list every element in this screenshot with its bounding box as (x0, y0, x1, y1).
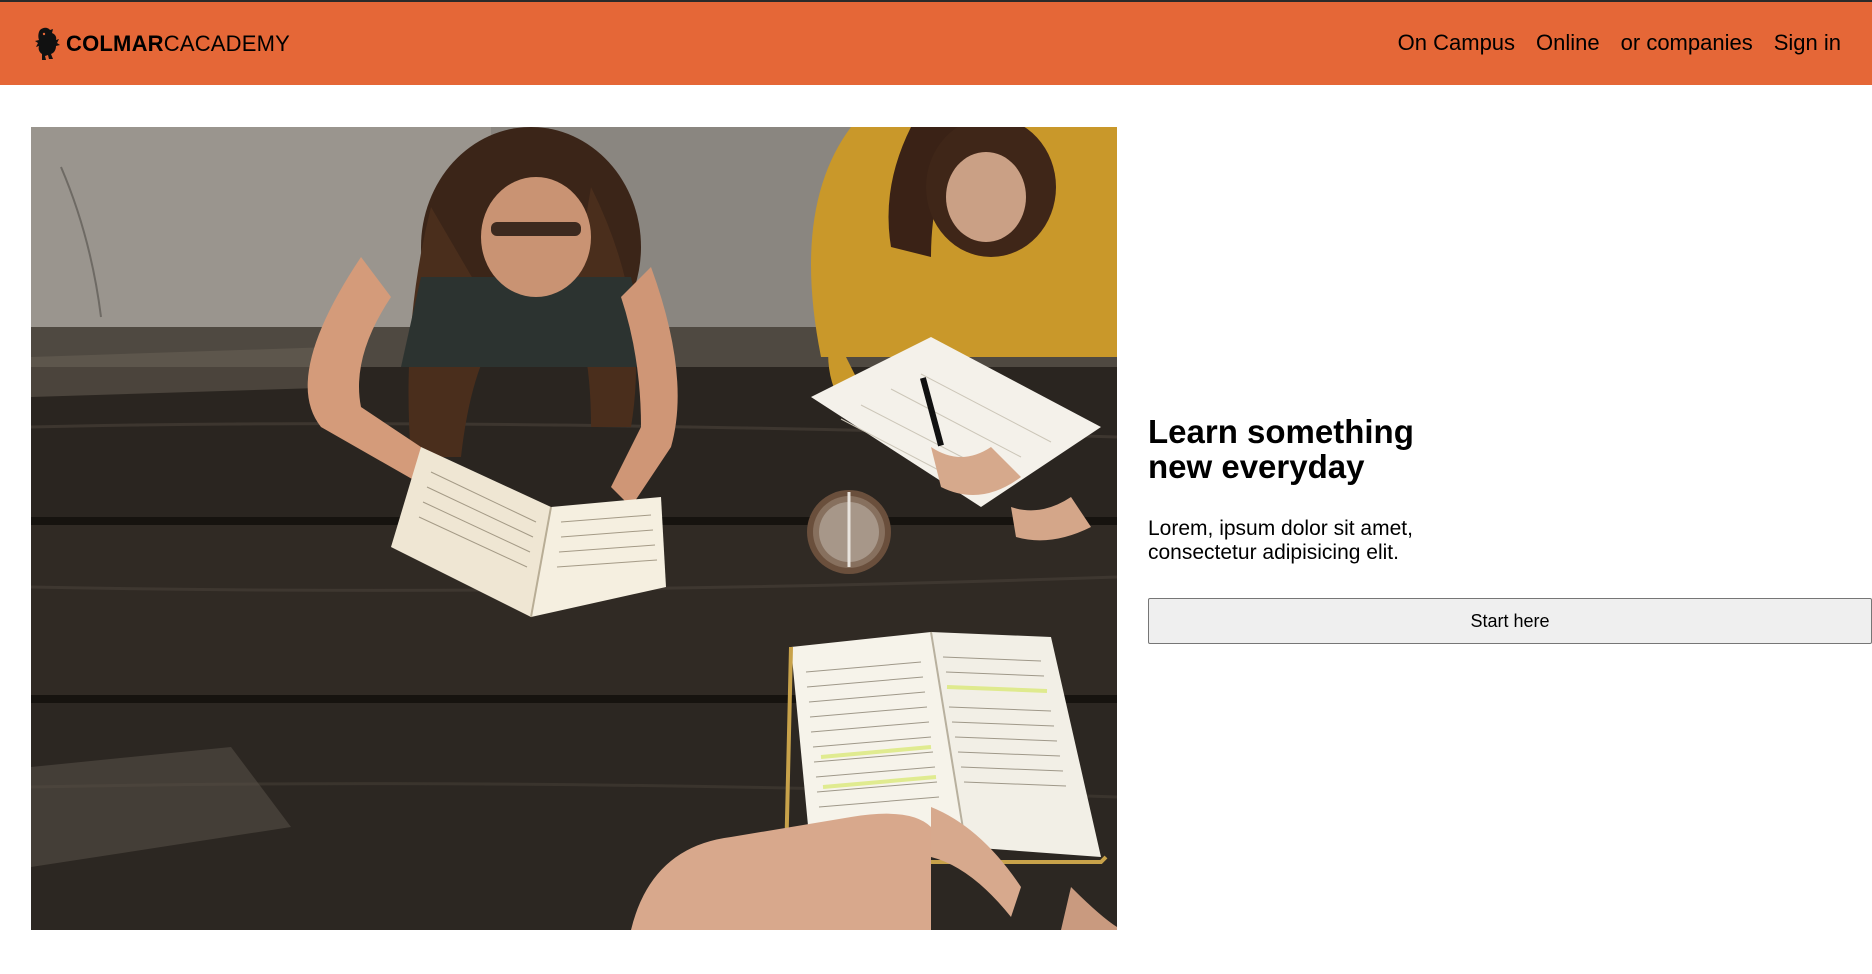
navbar: COLMARCACADEMY On Campus Online or compa… (0, 2, 1872, 85)
lion-rampant-icon (35, 27, 60, 60)
nav-sign-in[interactable]: Sign in (1774, 30, 1841, 56)
hero-copy: Learn something new everyday Lorem, ipsu… (1148, 413, 1872, 644)
brand-logo-link[interactable]: COLMARCACADEMY (34, 26, 290, 62)
students-studying-photo (31, 127, 1117, 930)
brand-name: COLMARCACADEMY (66, 31, 290, 57)
hero-image (31, 127, 1117, 930)
main-nav: On Campus Online or companies Sign in (1398, 30, 1841, 56)
nav-for-companies[interactable]: or companies (1621, 30, 1753, 56)
hero-subtitle: Lorem, ipsum dolor sit amet, consectetur… (1148, 517, 1413, 564)
start-here-button[interactable]: Start here (1148, 598, 1872, 644)
hero-title: Learn something new everyday (1148, 413, 1414, 485)
nav-online[interactable]: Online (1536, 30, 1600, 56)
nav-on-campus[interactable]: On Campus (1398, 30, 1515, 56)
brand-name-regular: CACADEMY (163, 31, 291, 56)
brand-name-bold: COLMAR (66, 31, 164, 56)
